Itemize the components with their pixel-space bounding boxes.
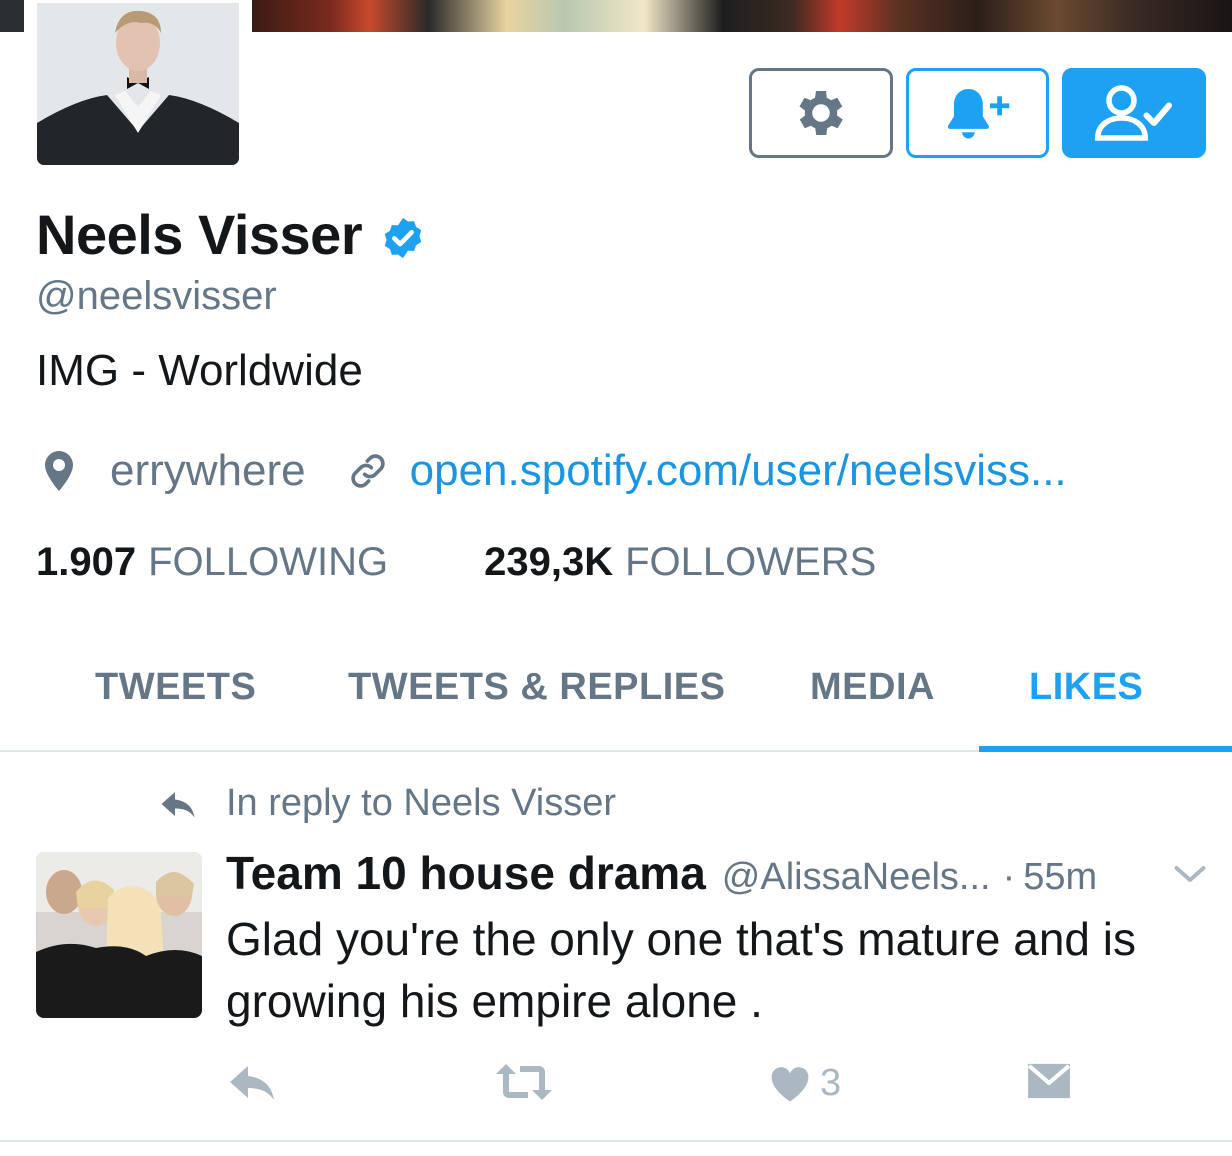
- followers-stat[interactable]: 239,3K FOLLOWERS: [484, 540, 876, 585]
- direct-message-button[interactable]: [1026, 1062, 1072, 1100]
- followers-count: 239,3K: [484, 540, 614, 584]
- following-count: 1.907: [36, 540, 137, 584]
- notifications-button[interactable]: [906, 68, 1049, 158]
- reply-button[interactable]: [228, 1062, 276, 1102]
- profile-name: Neels Visser: [36, 203, 363, 266]
- tab-likes[interactable]: LIKES: [1029, 666, 1143, 709]
- retweet-icon: [496, 1064, 552, 1100]
- user-check-icon: [1094, 85, 1172, 141]
- chevron-down-icon[interactable]: [1172, 862, 1208, 886]
- envelope-icon: [1027, 1063, 1071, 1099]
- tweet-author-handle[interactable]: @AlissaNeels...: [722, 856, 991, 899]
- like-button[interactable]: 3: [770, 1062, 841, 1105]
- banner-edge: [0, 0, 24, 32]
- profile-location: errywhere: [110, 446, 306, 495]
- tweet-header: Team 10 house drama @AlissaNeels... · 55…: [226, 846, 1097, 900]
- location-pin-icon: [45, 451, 73, 491]
- link-icon: [350, 454, 385, 488]
- reply-context-text: In reply to Neels Visser: [226, 782, 617, 824]
- banner-image: [252, 0, 1232, 32]
- profile-website-link[interactable]: open.spotify.com/user/neelsviss...: [410, 446, 1067, 496]
- profile-tabs: TWEETS TWEETS & REPLIES MEDIA LIKES: [0, 640, 1232, 752]
- reply-arrow-icon: [161, 791, 195, 817]
- tweet-text: Glad you're the only one that's mature a…: [226, 913, 1136, 1027]
- followers-label: FOLLOWERS: [625, 540, 877, 584]
- following-button[interactable]: [1062, 68, 1206, 158]
- tweet-author-name[interactable]: Team 10 house drama: [226, 846, 706, 900]
- verified-badge-icon: [380, 215, 426, 261]
- profile-name-row: Neels Visser: [36, 202, 426, 267]
- bell-plus-icon: [947, 89, 1009, 139]
- like-count: 3: [820, 1062, 842, 1104]
- gear-icon: [799, 91, 843, 135]
- profile-handle: @neelsvisser: [36, 274, 277, 318]
- tweet-actions: 3: [0, 1062, 1232, 1118]
- reply-icon: [230, 1066, 274, 1100]
- heart-icon: [771, 1066, 809, 1101]
- profile-stats: 1.907 FOLLOWING 239,3K FOLLOWERS: [36, 540, 876, 585]
- active-tab-indicator: [979, 746, 1232, 752]
- following-stat[interactable]: 1.907 FOLLOWING: [36, 540, 388, 585]
- tweet-separator: ·: [1002, 856, 1016, 898]
- profile-bio: IMG - Worldwide: [36, 346, 363, 395]
- profile-meta: errywhere open.spotify.com/user/neelsvis…: [44, 446, 1067, 496]
- following-label: FOLLOWING: [148, 540, 389, 584]
- profile-avatar[interactable]: [34, 0, 242, 168]
- tweet-timestamp[interactable]: 55m: [1023, 856, 1097, 899]
- tweet-author-avatar[interactable]: [36, 852, 202, 1018]
- retweet-button[interactable]: [494, 1062, 554, 1102]
- tab-tweets[interactable]: TWEETS: [95, 666, 256, 709]
- tab-tweets-and-replies[interactable]: TWEETS & REPLIES: [348, 666, 725, 709]
- tab-media[interactable]: MEDIA: [810, 666, 935, 709]
- tweet-divider: [0, 1140, 1232, 1142]
- reply-context[interactable]: In reply to Neels Visser: [160, 782, 616, 825]
- settings-button[interactable]: [749, 68, 893, 158]
